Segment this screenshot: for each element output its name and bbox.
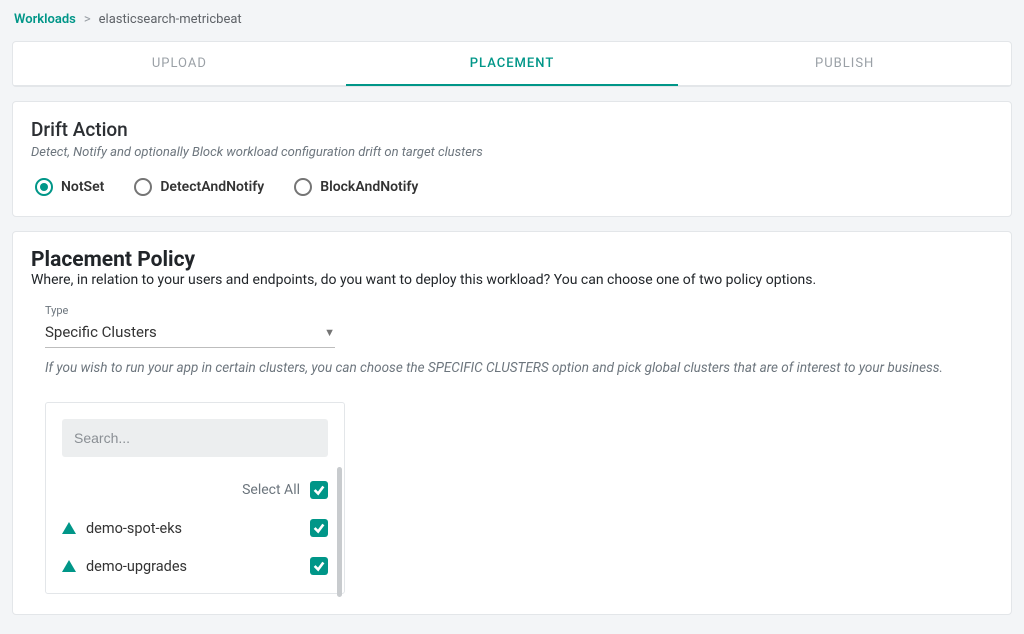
tab-upload[interactable]: UPLOAD xyxy=(13,42,346,85)
breadcrumb: Workloads > elasticsearch-metricbeat xyxy=(0,0,1024,35)
cluster-checkbox[interactable] xyxy=(310,519,328,537)
radio-icon xyxy=(35,178,53,196)
chevron-down-icon: ▼ xyxy=(324,326,335,339)
check-icon xyxy=(312,483,326,497)
drift-radio-group: NotSet DetectAndNotify BlockAndNotify xyxy=(31,178,993,196)
type-select[interactable]: Type Specific Clusters ▼ xyxy=(45,298,335,348)
cluster-picker: Select All demo-spot-eks demo-upgrades xyxy=(45,402,345,594)
cluster-name: demo-upgrades xyxy=(86,558,300,575)
step-tabs: UPLOAD PLACEMENT PUBLISH xyxy=(13,42,1011,86)
placement-title: Placement Policy xyxy=(31,248,993,272)
type-select-label: Type xyxy=(45,304,335,317)
drift-subtitle: Detect, Notify and optionally Block work… xyxy=(31,145,993,160)
check-icon xyxy=(312,521,326,535)
radio-icon xyxy=(134,178,152,196)
radio-label: DetectAndNotify xyxy=(160,179,264,195)
select-all-checkbox[interactable] xyxy=(310,481,328,499)
radio-detect-and-notify[interactable]: DetectAndNotify xyxy=(134,178,264,196)
list-item[interactable]: demo-upgrades xyxy=(62,547,328,585)
drift-title: Drift Action xyxy=(31,118,993,141)
radio-block-and-notify[interactable]: BlockAndNotify xyxy=(294,178,418,196)
select-all-label: Select All xyxy=(242,482,300,498)
type-helper-text: If you wish to run your app in certain c… xyxy=(45,360,993,376)
radio-icon xyxy=(294,178,312,196)
drift-action-card: Drift Action Detect, Notify and optional… xyxy=(12,101,1012,217)
cluster-checkbox[interactable] xyxy=(310,557,328,575)
radio-label: NotSet xyxy=(61,179,104,195)
scrollbar[interactable] xyxy=(337,467,342,597)
tabs-card: UPLOAD PLACEMENT PUBLISH xyxy=(12,41,1012,87)
cluster-up-icon xyxy=(62,560,76,572)
type-select-value: Specific Clusters xyxy=(45,323,157,341)
placement-subtitle: Where, in relation to your users and end… xyxy=(31,272,993,288)
radio-label: BlockAndNotify xyxy=(320,179,418,195)
radio-notset[interactable]: NotSet xyxy=(35,178,104,196)
check-icon xyxy=(312,559,326,573)
tab-publish[interactable]: PUBLISH xyxy=(678,42,1011,85)
breadcrumb-root-link[interactable]: Workloads xyxy=(14,12,76,27)
list-item[interactable]: demo-spot-eks xyxy=(62,509,328,547)
chevron-right-icon: > xyxy=(84,12,91,27)
cluster-name: demo-spot-eks xyxy=(86,520,300,537)
placement-policy-card: Placement Policy Where, in relation to y… xyxy=(12,231,1012,615)
cluster-up-icon xyxy=(62,522,76,534)
tab-placement[interactable]: PLACEMENT xyxy=(346,42,679,85)
search-input[interactable] xyxy=(62,419,328,457)
breadcrumb-current: elasticsearch-metricbeat xyxy=(99,12,242,27)
